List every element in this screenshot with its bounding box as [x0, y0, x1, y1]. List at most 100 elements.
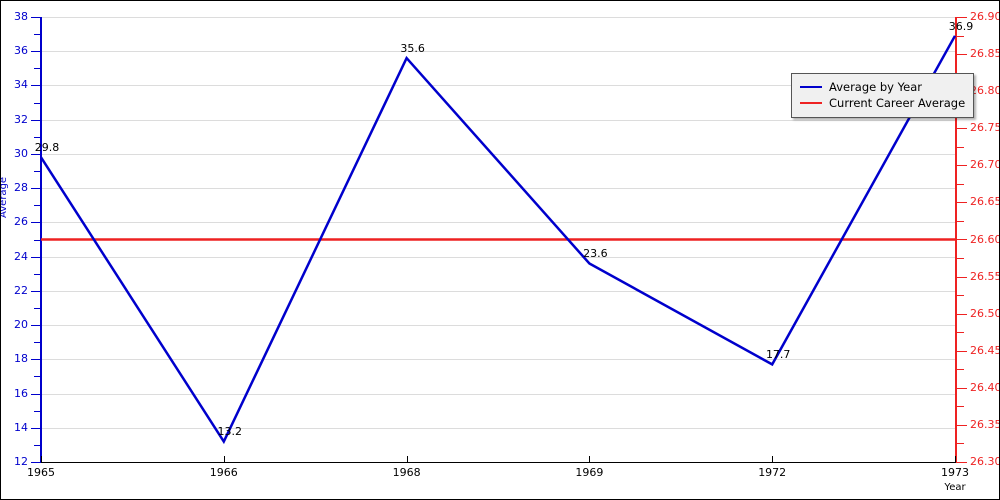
left-axis-tick-label: 24	[14, 249, 28, 263]
gridline	[41, 359, 955, 360]
left-axis-minor-tick	[34, 376, 41, 377]
right-axis-tick-label: 26.80	[970, 84, 1000, 98]
x-axis-tick-label: 1969	[575, 466, 604, 479]
x-axis-tick	[407, 456, 408, 463]
right-axis-tick-label: 26.90	[970, 10, 1000, 23]
gridline	[41, 154, 955, 155]
left-axis-tick-label: 18	[14, 352, 28, 366]
right-axis-minor-tick	[957, 147, 964, 148]
right-axis-tick-label: 26.65	[970, 195, 1000, 209]
left-axis-tick	[31, 394, 41, 395]
right-axis-minor-tick	[957, 184, 964, 185]
right-axis-tick	[957, 17, 967, 18]
left-axis-tick-label: 28	[14, 181, 28, 195]
left-axis-tick-label: 12	[14, 455, 28, 468]
legend-swatch-red	[800, 102, 822, 104]
right-axis-minor-tick	[957, 406, 964, 407]
right-axis-tick-label: 26.55	[970, 269, 1000, 283]
left-axis-tick	[31, 428, 41, 429]
right-axis-tick-label: 26.50	[970, 306, 1000, 320]
legend-label-current-career-average: Current Career Average	[829, 96, 966, 110]
right-axis-tick	[957, 202, 967, 203]
bottom-axis-line	[41, 462, 956, 463]
right-axis-tick-label: 26.35	[970, 417, 1000, 431]
data-point-label: 17.7	[765, 348, 791, 362]
x-axis-tick	[589, 456, 590, 463]
left-axis-tick-label: 34	[14, 78, 28, 92]
right-axis-tick	[957, 128, 967, 129]
left-axis-tick	[31, 257, 41, 258]
x-axis-tick-label: 1965	[27, 466, 55, 479]
right-axis-minor-tick	[957, 36, 964, 37]
right-axis-tick-label: 26.70	[970, 158, 1000, 172]
left-axis-tick	[31, 17, 41, 18]
right-axis-minor-tick	[957, 369, 964, 370]
left-axis-tick-label: 14	[14, 420, 28, 434]
right-axis-tick-label: 26.40	[970, 380, 1000, 394]
legend-label-average-by-year: Average by Year	[829, 80, 922, 94]
left-axis-minor-tick	[34, 445, 41, 446]
right-axis-tick	[957, 462, 967, 463]
legend-item-average-by-year[interactable]: Average by Year	[800, 79, 965, 95]
right-axis-minor-tick	[957, 332, 964, 333]
gridline	[41, 257, 955, 258]
left-axis-tick-label: 30	[14, 146, 28, 160]
gridline	[41, 17, 955, 18]
right-axis-tick-label: 26.30	[970, 455, 1000, 468]
x-axis-tick	[772, 456, 773, 463]
left-axis-tick	[31, 120, 41, 121]
right-axis-tick-label: 26.60	[970, 232, 1000, 246]
legend: Average by Year Current Career Average	[791, 73, 975, 118]
right-axis-minor-tick	[957, 295, 964, 296]
right-axis-tick	[957, 277, 967, 278]
right-axis-minor-tick	[957, 443, 964, 444]
right-axis-tick	[957, 165, 967, 166]
gridline	[41, 428, 955, 429]
x-axis-tick-label: 1973	[941, 466, 969, 479]
left-axis-minor-tick	[34, 274, 41, 275]
gridline	[41, 394, 955, 395]
x-axis-tick	[955, 456, 956, 463]
data-point-label: 35.6	[400, 42, 425, 56]
x-axis-tick	[41, 456, 42, 463]
gridline	[41, 325, 955, 326]
left-axis-tick	[31, 85, 41, 86]
right-axis-tick	[957, 54, 967, 55]
left-axis-minor-tick	[34, 342, 41, 343]
x-axis-tick-label: 1972	[758, 466, 787, 479]
left-axis-tick	[31, 462, 41, 463]
left-axis-tick	[31, 188, 41, 189]
left-axis-minor-tick	[34, 240, 41, 241]
left-axis-tick-label: 22	[14, 283, 28, 297]
left-axis-tick-label: 38	[14, 10, 28, 23]
chart-container: 12 14 16 18 20 22 24 26 28 30 32 34 36 38 26.30 26.35 2…	[0, 0, 1000, 500]
gridline	[41, 291, 955, 292]
x-axis-title: Year	[944, 482, 966, 493]
data-point-label: 36.9	[948, 19, 974, 33]
right-axis-tick-label: 26.75	[970, 121, 1000, 135]
x-axis-tick-label: 1968	[392, 466, 421, 479]
left-axis-minor-tick	[34, 103, 41, 104]
gridline	[41, 120, 955, 121]
right-axis-minor-tick	[957, 221, 964, 222]
left-axis-tick	[31, 51, 41, 52]
gridline	[41, 51, 955, 52]
right-axis-tick	[957, 239, 967, 240]
left-axis-minor-tick	[34, 137, 41, 138]
left-axis-minor-tick	[34, 205, 41, 206]
data-point-label: 29.8	[34, 141, 60, 155]
x-axis-tick	[224, 456, 225, 463]
left-axis-minor-tick	[34, 68, 41, 69]
legend-swatch-blue	[800, 86, 822, 88]
left-axis-minor-tick	[34, 308, 41, 309]
left-axis-tick-label: 20	[14, 318, 28, 332]
legend-item-current-career-average[interactable]: Current Career Average	[800, 95, 965, 111]
left-axis-minor-tick	[34, 411, 41, 412]
x-axis-tick-label: 1966	[209, 466, 238, 479]
right-axis-tick-label: 26.85	[970, 47, 1000, 61]
left-axis-tick	[31, 325, 41, 326]
right-axis-tick	[957, 388, 967, 389]
gridline	[41, 222, 955, 223]
right-axis-tick	[957, 351, 967, 352]
left-axis-tick	[31, 359, 41, 360]
